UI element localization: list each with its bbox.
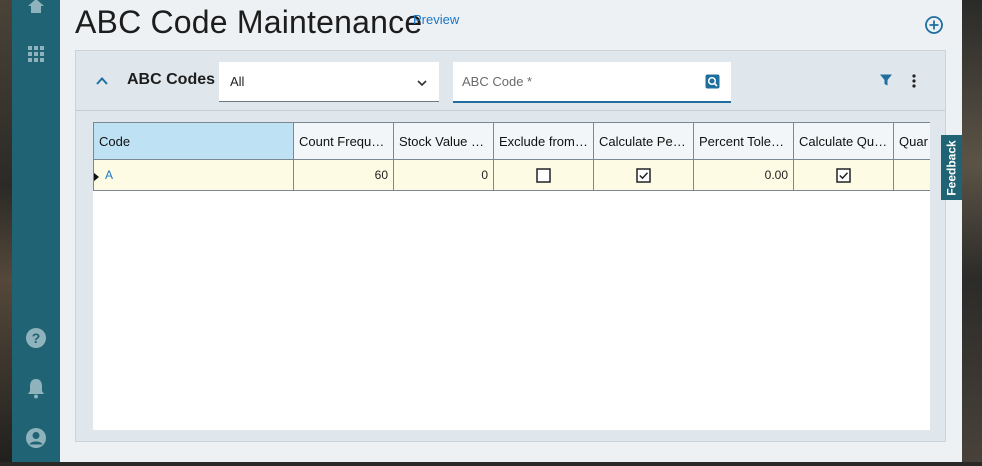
header-row: Code Count Frequ… Stock Value P… Exclude… [93, 122, 930, 160]
filter-icon[interactable] [879, 73, 893, 87]
column-header-quantity[interactable]: Quar [893, 122, 930, 160]
svg-text:?: ? [32, 330, 41, 346]
feedback-label: Feedback [944, 139, 959, 196]
panel-title: ABC Codes [127, 71, 216, 88]
nav-rail: ? [12, 0, 60, 462]
abc-code-search [453, 62, 731, 103]
table-row[interactable]: A 60 0 0.00 [93, 159, 930, 191]
panel-header: ABC Codes All [76, 51, 945, 111]
page-title: ABC Code Maintenance [75, 4, 423, 40]
desktop-background-left [0, 0, 12, 466]
checkbox-unchecked-icon[interactable] [536, 167, 551, 183]
apps-grid-icon[interactable] [24, 42, 48, 66]
abc-codes-panel: ABC Codes All ABC Code * Code Count Freq… [75, 50, 946, 442]
chevron-up-icon[interactable] [94, 73, 110, 89]
cell-exclude[interactable] [493, 159, 594, 191]
abc-codes-grid: Code Count Frequ… Stock Value P… Exclude… [93, 122, 930, 430]
home-icon[interactable] [24, 0, 48, 18]
cell-calculate-quantity[interactable] [793, 159, 894, 191]
more-options-icon[interactable] [907, 73, 921, 89]
add-circle-icon[interactable] [924, 15, 944, 35]
column-header-count-frequency[interactable]: Count Frequ… [293, 122, 394, 160]
cell-stock-value[interactable]: 0 [393, 159, 494, 191]
cell-calculate-percent[interactable] [593, 159, 694, 191]
cell-quantity[interactable] [893, 159, 930, 191]
cell-percent-tolerance[interactable]: 0.00 [693, 159, 794, 191]
data-table: Code Count Frequ… Stock Value P… Exclude… [93, 122, 930, 191]
desktop-background-right [962, 0, 982, 466]
filter-select-value: All [230, 74, 245, 89]
preview-link[interactable]: Preview [413, 12, 459, 27]
help-icon[interactable]: ? [24, 326, 48, 350]
cell-code[interactable]: A [93, 159, 294, 191]
cell-count-frequency[interactable]: 60 [293, 159, 394, 191]
desktop-background-bottom [0, 462, 982, 466]
column-header-calculate-percent[interactable]: Calculate Per… [593, 122, 694, 160]
row-indicator-icon [94, 172, 99, 182]
abc-code-search-input[interactable] [462, 74, 692, 89]
filter-select[interactable]: All [219, 62, 439, 102]
cell-code-value: A [105, 168, 114, 182]
column-header-percent-tolerance[interactable]: Percent Toler… [693, 122, 794, 160]
feedback-tab[interactable]: Feedback [941, 135, 962, 200]
user-icon[interactable] [24, 426, 48, 450]
column-header-exclude[interactable]: Exclude from… [493, 122, 594, 160]
checkbox-checked-icon[interactable] [636, 167, 651, 183]
chevron-down-icon [415, 76, 429, 90]
main-page: ABC Code Maintenance Preview ABC Codes A… [60, 0, 962, 462]
bell-icon[interactable] [24, 376, 48, 400]
search-icon[interactable] [705, 74, 720, 89]
column-header-code[interactable]: Code [93, 122, 294, 160]
checkbox-checked-icon[interactable] [836, 167, 851, 183]
column-header-calculate-quantity[interactable]: Calculate Qu… [793, 122, 894, 160]
column-header-stock-value[interactable]: Stock Value P… [393, 122, 494, 160]
